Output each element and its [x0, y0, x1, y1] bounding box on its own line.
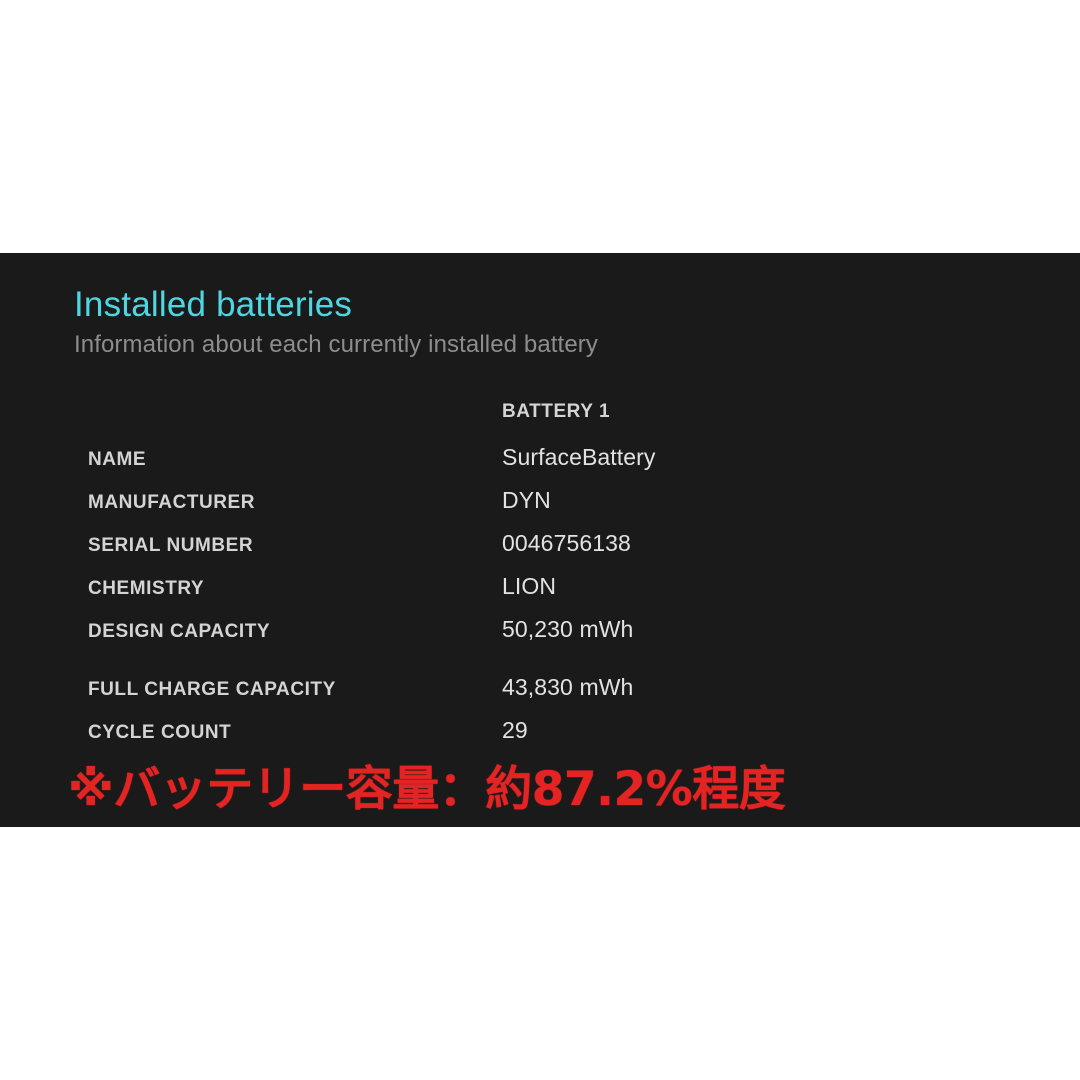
row-label-chemistry: CHEMISTRY	[88, 578, 205, 599]
table-body: NAME SurfaceBattery MANUFACTURER DYN SER…	[88, 444, 948, 760]
column-header-battery-1: BATTERY 1	[502, 401, 611, 422]
row-label-cycle-count: CYCLE COUNT	[88, 722, 232, 743]
page-subtitle: Information about each currently install…	[74, 330, 598, 358]
row-label-full-charge-capacity: FULL CHARGE CAPACITY	[88, 679, 336, 700]
row-label-manufacturer: MANUFACTURER	[88, 492, 256, 513]
row-value-chemistry: LION	[502, 573, 557, 599]
row-value-full-charge-capacity: 43,830 mWh	[502, 674, 634, 700]
battery-info-table: BATTERY 1 NAME SurfaceBattery MANUFACTUR…	[88, 401, 948, 760]
table-row: NAME SurfaceBattery	[88, 444, 948, 487]
row-value-name: SurfaceBattery	[502, 444, 656, 470]
table-row: CYCLE COUNT 29	[88, 717, 948, 760]
row-label-design-capacity: DESIGN CAPACITY	[88, 621, 271, 642]
table-row: FULL CHARGE CAPACITY 43,830 mWh	[88, 659, 948, 717]
panel-heading: Installed batteries Information about ea…	[74, 285, 598, 358]
header-spacer-cell	[88, 401, 502, 444]
table-row: MANUFACTURER DYN	[88, 487, 948, 530]
row-value-cycle-count: 29	[502, 717, 528, 743]
row-label-serial-number: SERIAL NUMBER	[88, 535, 254, 556]
table-row: DESIGN CAPACITY 50,230 mWh	[88, 616, 948, 659]
row-label-name: NAME	[88, 449, 147, 470]
row-value-serial-number: 0046756138	[502, 530, 631, 556]
table-row: SERIAL NUMBER 0046756138	[88, 530, 948, 573]
page-title: Installed batteries	[74, 285, 353, 324]
row-value-design-capacity: 50,230 mWh	[502, 616, 634, 642]
table-header-row: BATTERY 1	[88, 401, 948, 444]
row-value-manufacturer: DYN	[502, 487, 551, 513]
screenshot-root: Installed batteries Information about ea…	[0, 0, 1080, 1080]
installed-batteries-panel: Installed batteries Information about ea…	[0, 253, 1080, 827]
battery-health-annotation: ※バッテリー容量：約87.2%程度	[68, 762, 786, 817]
table-row: CHEMISTRY LION	[88, 573, 948, 616]
